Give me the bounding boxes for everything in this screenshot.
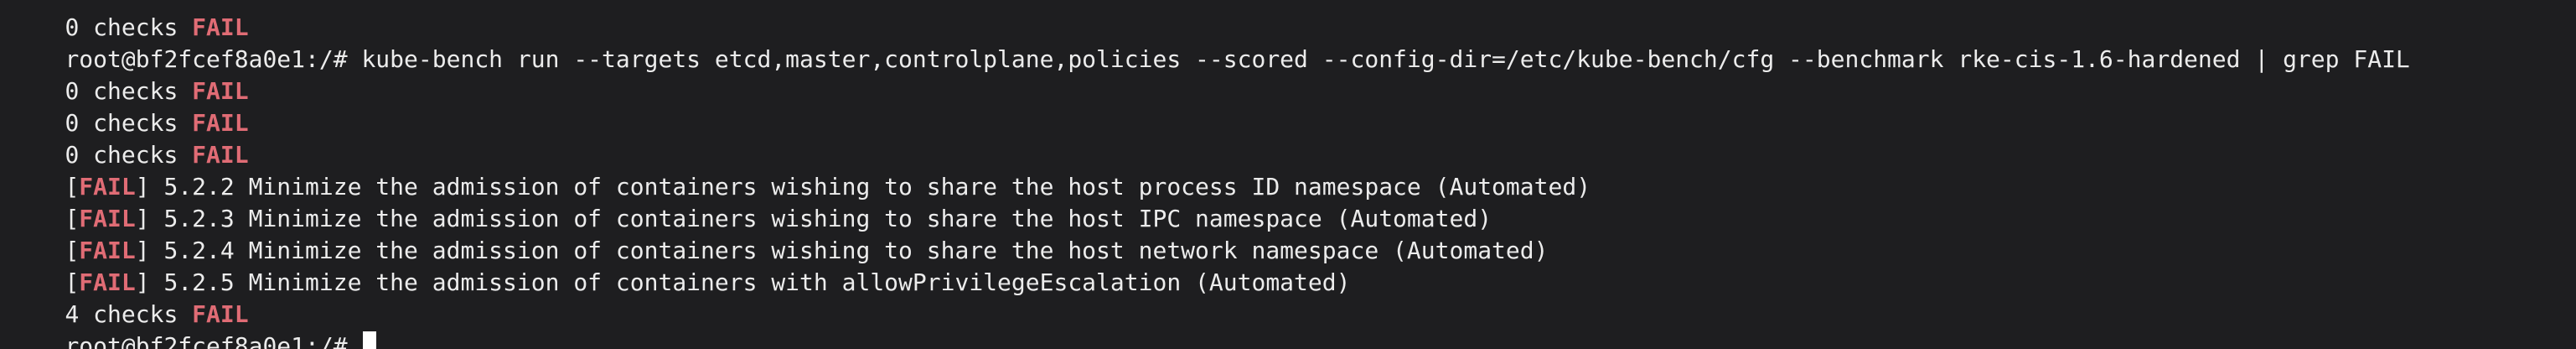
command-line: root@bf2fcef8a0e1:/# kube-bench run --ta… bbox=[8, 12, 2409, 73]
shell-prompt: root@bf2fcef8a0e1:/# bbox=[65, 332, 362, 349]
check-line: 0 checks FAIL bbox=[8, 44, 248, 105]
result-line: [FAIL] 5.2.5 Minimize the admission of c… bbox=[8, 235, 1350, 296]
prompt-line[interactable]: root@bf2fcef8a0e1:/# bbox=[8, 299, 377, 349]
terminal-window[interactable]: 0 checks FAIL root@bf2fcef8a0e1:/# kube-… bbox=[0, 0, 2576, 349]
result-line: [FAIL] 5.2.2 Minimize the admission of c… bbox=[8, 139, 1591, 201]
result-line: [FAIL] 5.2.4 Minimize the admission of c… bbox=[8, 203, 1548, 264]
result-text: ] 5.2.5 Minimize the admission of contai… bbox=[135, 268, 1351, 296]
command-text: kube-bench run --targets etcd,master,con… bbox=[361, 45, 2410, 73]
partial-check-line: 0 checks FAIL bbox=[8, 0, 248, 41]
text-cursor[interactable] bbox=[363, 331, 377, 349]
result-line: [FAIL] 5.2.3 Minimize the admission of c… bbox=[8, 171, 1492, 232]
summary-line: 4 checks FAIL bbox=[8, 267, 248, 328]
check-line: 0 checks FAIL bbox=[8, 107, 248, 169]
check-line: 0 checks FAIL bbox=[8, 76, 248, 137]
